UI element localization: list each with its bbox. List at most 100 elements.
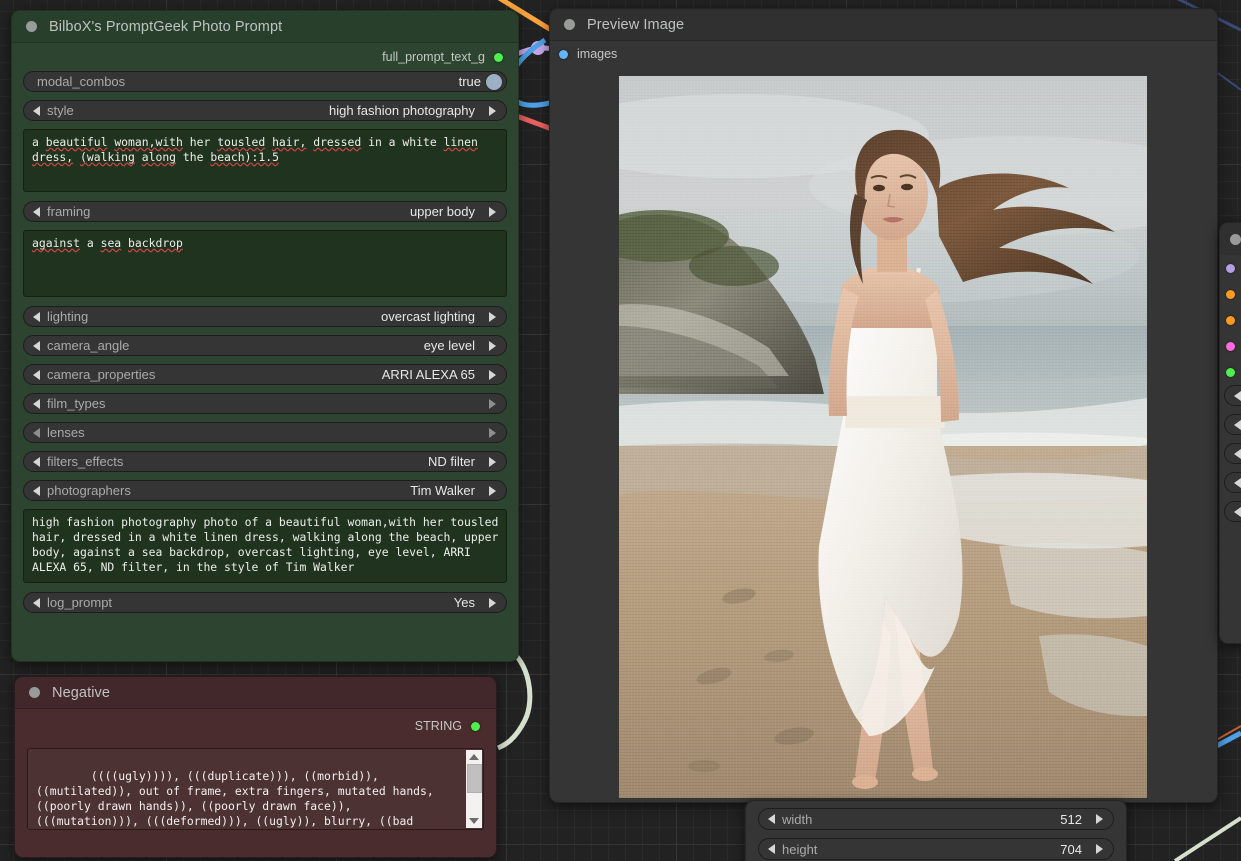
widget-camera-angle-value: eye level [423,338,475,353]
output-slot-string[interactable]: STRING [27,709,484,743]
textarea-subject[interactable]: a beautiful woman,with her tousled hair,… [23,129,507,192]
input-slot-dot[interactable] [1226,263,1235,273]
chevron-right-icon[interactable] [489,340,496,351]
widget-height[interactable]: height 704 [758,838,1114,860]
chevron-left-icon[interactable] [768,844,775,854]
input-slot-images[interactable]: images [550,41,1217,67]
widget-style[interactable]: style high fashion photography [23,100,507,121]
collapse-icon[interactable] [29,687,40,698]
input-slot-dot[interactable] [1226,341,1235,351]
chevron-left-icon[interactable] [33,105,40,116]
scroll-up-icon[interactable] [469,754,479,760]
chevron-right-icon[interactable] [489,206,496,217]
chevron-left-icon[interactable] [33,597,40,608]
toggle-knob-icon[interactable] [485,72,503,91]
widget-log-prompt[interactable]: log_prompt Yes [23,592,507,613]
collapse-icon[interactable] [564,19,575,30]
widget-photographers[interactable]: photographers Tim Walker [23,480,507,501]
input-slot-0[interactable]: m [1220,255,1241,281]
widget-filters-effects[interactable]: filters_effects ND filter [23,451,507,472]
chevron-left-icon[interactable] [33,369,40,380]
chevron-right-icon[interactable] [1096,814,1103,824]
node-edge-title-bar[interactable] [1220,223,1241,255]
chevron-left-icon[interactable] [768,814,775,824]
output-slot-full-prompt[interactable]: full_prompt_text_g [23,43,507,71]
node-promptgeek-title: BilboX's PromptGeek Photo Prompt [49,18,283,35]
widget-modal-combos[interactable]: modal_combos true [23,71,507,92]
input-slot-label: images [577,47,618,61]
output-slot-dot[interactable] [494,52,503,62]
widget-edge-2[interactable] [1224,443,1241,464]
node-preview-title-bar[interactable]: Preview Image [550,9,1217,41]
chevron-right-icon[interactable] [1096,844,1103,854]
widget-edge-4[interactable] [1224,501,1241,522]
chevron-left-icon[interactable] [1234,448,1241,459]
widget-width-value: 512 [1060,811,1082,827]
output-slot-dot[interactable] [471,721,480,731]
input-slot-dot[interactable] [1226,289,1235,299]
widget-edge-3[interactable] [1224,472,1241,493]
chevron-right-icon[interactable] [489,105,496,116]
node-negative-title-bar[interactable]: Negative [15,677,496,709]
chevron-right-icon[interactable] [489,311,496,322]
output-slot-label: full_prompt_text_g [382,50,485,64]
widget-lenses[interactable]: lenses [23,422,507,443]
widget-lighting[interactable]: lighting overcast lighting [23,306,507,327]
chevron-left-icon[interactable] [33,311,40,322]
chevron-left-icon[interactable] [1234,419,1241,430]
input-slot-4[interactable]: s [1220,359,1241,385]
chevron-right-icon[interactable] [489,485,496,496]
chevron-left-icon[interactable] [33,485,40,496]
preview-image[interactable] [619,76,1147,798]
widget-photographers-value: Tim Walker [410,483,475,498]
widget-edge-1[interactable] [1224,414,1241,435]
input-slot-2[interactable]: n [1220,307,1241,333]
chevron-left-icon[interactable] [1234,506,1241,517]
input-slot-dot[interactable] [1226,315,1235,325]
input-slot-dot[interactable] [559,49,568,59]
collapse-icon[interactable] [26,21,37,32]
widget-modal-combos-value: true [458,74,481,89]
node-latent-size[interactable]: width 512 height 704 [745,800,1127,861]
chevron-right-icon[interactable] [489,369,496,380]
widget-framing[interactable]: framing upper body [23,201,507,222]
scroll-down-icon[interactable] [469,818,479,824]
input-slot-3[interactable]: l [1220,333,1241,359]
chevron-left-icon[interactable] [33,456,40,467]
node-preview-image[interactable]: Preview Image images [549,8,1218,803]
widget-film-types[interactable]: film_types [23,393,507,414]
textarea-full-prompt[interactable]: high fashion photography photo of a beau… [23,509,507,583]
widget-framing-value: upper body [409,204,475,219]
widget-edge-0[interactable] [1224,385,1241,406]
widget-width[interactable]: width 512 [758,808,1114,830]
collapse-icon[interactable] [1230,233,1241,245]
node-promptgeek-title-bar[interactable]: BilboX's PromptGeek Photo Prompt [12,11,518,43]
textarea-background[interactable]: against a sea backdrop [23,230,507,297]
chevron-left-icon[interactable] [1234,390,1241,401]
graph-canvas[interactable]: BilboX's PromptGeek Photo Prompt full_pr… [0,0,1241,861]
widget-camera-angle[interactable]: camera_angle eye level [23,335,507,356]
input-slot-dot[interactable] [1226,367,1235,377]
chevron-left-icon[interactable] [33,398,40,409]
input-slot-1[interactable]: p [1220,281,1241,307]
chevron-left-icon[interactable] [1234,477,1241,488]
node-promptgeek[interactable]: BilboX's PromptGeek Photo Prompt full_pr… [11,10,519,662]
chevron-right-icon[interactable] [489,427,496,438]
scrollbar-thumb[interactable] [466,764,482,793]
node-negative[interactable]: Negative STRING ((((ugly)))), (((duplica… [14,676,497,858]
widget-width-label: width [782,811,813,827]
scrollbar-negative[interactable] [466,750,482,828]
chevron-left-icon[interactable] [33,340,40,351]
chevron-right-icon[interactable] [489,597,496,608]
widget-camera-properties[interactable]: camera_properties ARRI ALEXA 65 [23,364,507,385]
widget-photographers-label: photographers [47,483,131,498]
chevron-left-icon[interactable] [33,206,40,217]
chevron-left-icon[interactable] [33,427,40,438]
chevron-right-icon[interactable] [489,456,496,467]
textarea-negative[interactable]: ((((ugly)))), (((duplicate))), ((morbid)… [27,748,484,830]
node-negative-body: STRING ((((ugly)))), (((duplicate))), ((… [15,709,496,830]
chevron-right-icon[interactable] [489,398,496,409]
node-edge-partial[interactable]: m p n l s [1219,222,1241,644]
widget-lenses-label: lenses [47,425,85,440]
widget-modal-combos-label: modal_combos [37,74,126,89]
